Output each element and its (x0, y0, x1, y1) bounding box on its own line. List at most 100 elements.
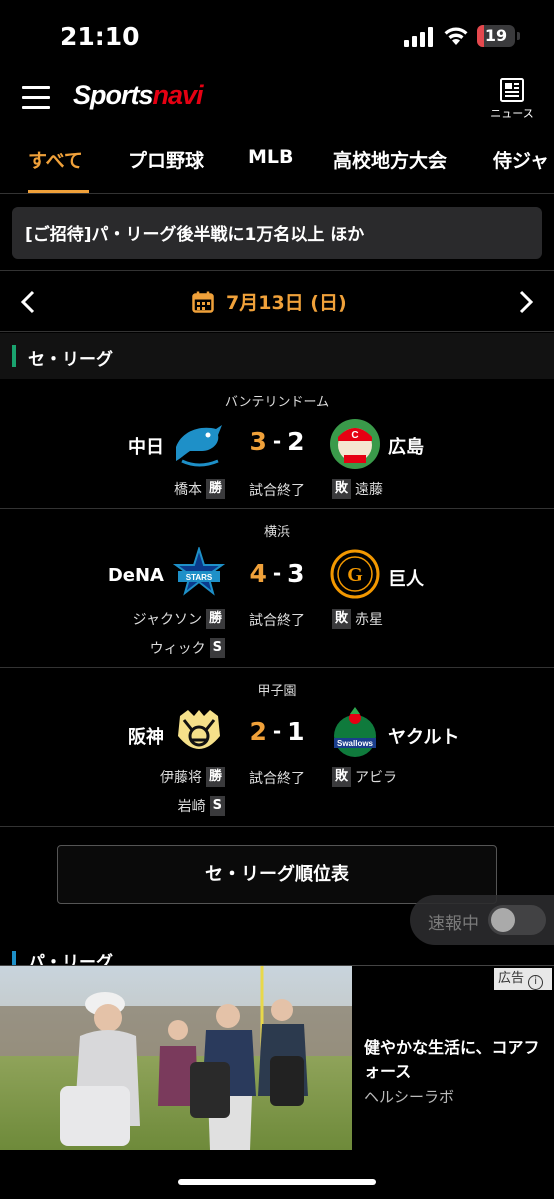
score-dash: - (272, 429, 282, 453)
game-card[interactable]: 甲子園 阪神 2-1 Swallows ヤクルト 伊藤将 勝 試合終了 敗 アビ… (0, 668, 554, 827)
win-pitcher-name: 橋本 (173, 482, 202, 498)
lose-pitcher-name: 遠藤 (355, 482, 384, 498)
tigers-logo-icon (178, 710, 220, 749)
lose-pitcher: 敗 赤星 (332, 609, 383, 629)
category-tabs: すべて プロ野球 MLB 高校地方大会 侍ジャ (0, 140, 554, 194)
home-team: 中日 (128, 437, 164, 458)
save-pitcher: 岩崎 S (0, 796, 225, 816)
tab-npb[interactable]: プロ野球 (128, 146, 204, 192)
away-team: 巨人 (388, 569, 424, 590)
status-time: 21:10 (60, 22, 140, 51)
sportsnavi-logo[interactable]: Sportsnavi (73, 80, 204, 111)
live-update-toggle[interactable]: 速報中 (410, 895, 554, 945)
home-indicator (178, 1179, 376, 1185)
tab-high-school[interactable]: 高校地方大会 (333, 146, 447, 192)
svg-text:C: C (351, 430, 358, 441)
logo-text-sports: Sports (73, 80, 154, 110)
score-dash: - (272, 719, 282, 743)
swallows-logo-icon: Swallows (334, 707, 376, 757)
win-pitcher: 伊藤将 勝 (0, 767, 225, 787)
carp-logo-icon: C (330, 419, 380, 469)
lose-pitcher-name: 赤星 (355, 612, 384, 628)
svg-text:G: G (347, 564, 363, 586)
league-name: パ・リーグ (28, 953, 113, 965)
league-header-central: セ・リーグ (0, 333, 554, 379)
win-pitcher: ジャクソン 勝 (0, 609, 225, 629)
venue: バンテリンドーム (224, 395, 330, 410)
home-score: 2 (249, 717, 267, 746)
win-pitcher-name: 伊藤将 (159, 770, 202, 786)
venue: 甲子園 (257, 684, 297, 699)
away-team: 広島 (388, 437, 424, 458)
live-toggle-label: 速報中 (428, 914, 479, 934)
win-badge: 勝 (205, 609, 225, 629)
tab-mlb[interactable]: MLB (248, 146, 294, 192)
battery-nub (517, 32, 520, 40)
logo-text-navi: navi (152, 80, 204, 110)
wifi-icon (444, 27, 468, 45)
save-badge: S (209, 796, 225, 816)
ad-title[interactable]: 健やかな生活に、コアフォース (364, 1036, 546, 1084)
save-pitcher: ウィック S (0, 638, 225, 658)
ad-banner[interactable]: 広告 i 健やかな生活に、コアフォース ヘルシーラボ (0, 965, 554, 1199)
chevron-left-icon[interactable] (18, 289, 40, 315)
lose-badge: 敗 (332, 767, 352, 787)
win-badge: 勝 (205, 479, 225, 499)
game-status: 試合終了 (249, 771, 305, 787)
away-team: ヤクルト (388, 727, 460, 748)
league-name: セ・リーグ (28, 350, 113, 370)
score: 4-3 (240, 559, 314, 588)
away-score: 3 (287, 559, 305, 588)
save-badge: S (209, 638, 225, 658)
battery-indicator: 19 (477, 25, 515, 47)
calendar-icon (192, 291, 214, 313)
score-dash: - (272, 561, 282, 585)
dragons-logo-icon (176, 425, 222, 467)
date-selector[interactable]: 7月13日 (日) (192, 288, 347, 315)
giants-logo-icon: G (330, 549, 380, 599)
baystars-logo-icon: STARS (172, 547, 226, 596)
home-team: DeNA (107, 565, 164, 586)
game-card[interactable]: 横浜 DeNA STARS 4-3 G 巨人 ジャクソン 勝 試合終了 敗 赤星… (0, 509, 554, 668)
svg-text:STARS: STARS (186, 573, 213, 582)
away-score: 1 (287, 717, 305, 746)
cellular-signal-icon (404, 27, 433, 47)
hamburger-menu-icon[interactable] (22, 86, 50, 110)
ad-golf-photo[interactable] (0, 966, 352, 1150)
newspaper-icon (500, 78, 524, 102)
toggle-switch[interactable] (488, 905, 546, 935)
league-color-bar (12, 345, 16, 367)
info-icon: i (528, 975, 544, 990)
ad-sponsor: ヘルシーラボ (364, 1088, 455, 1106)
ad-label-text: 広告 (498, 971, 525, 986)
ad-label[interactable]: 広告 i (494, 968, 552, 990)
selected-date: 7月13日 (日) (226, 292, 347, 314)
news-label: ニュース (490, 107, 534, 120)
chevron-right-icon[interactable] (514, 289, 536, 315)
tab-samurai-japan[interactable]: 侍ジャ (493, 146, 549, 192)
game-status: 試合終了 (249, 613, 305, 629)
lose-pitcher-name: アビラ (355, 770, 398, 786)
win-pitcher-name: ジャクソン (132, 612, 202, 628)
date-navigation: 7月13日 (日) (0, 270, 554, 332)
divider (0, 193, 554, 194)
score: 3-2 (240, 427, 314, 456)
league-header-pacific: パ・リーグ (0, 945, 554, 965)
lose-pitcher: 敗 アビラ (332, 767, 397, 787)
lose-pitcher: 敗 遠藤 (332, 479, 383, 499)
toggle-knob (491, 908, 515, 932)
game-card[interactable]: バンテリンドーム 中日 3-2 C 広島 橋本 勝 試合終了 敗 遠藤 (0, 379, 554, 509)
announcement-banner[interactable]: [ご招待]パ・リーグ後半戦に1万名以上 ほか (12, 207, 542, 259)
venue: 横浜 (263, 525, 290, 540)
save-pitcher-name: ウィック (149, 641, 206, 657)
tab-all[interactable]: すべて (28, 146, 83, 192)
game-status: 試合終了 (249, 483, 305, 499)
news-button[interactable]: ニュース (488, 78, 536, 126)
home-team: 阪神 (128, 727, 164, 748)
win-badge: 勝 (205, 767, 225, 787)
away-score: 2 (287, 427, 305, 456)
league-color-bar (12, 951, 16, 965)
score: 2-1 (240, 717, 314, 746)
status-bar: 21:10 19 (0, 0, 554, 70)
win-pitcher: 橋本 勝 (0, 479, 225, 499)
